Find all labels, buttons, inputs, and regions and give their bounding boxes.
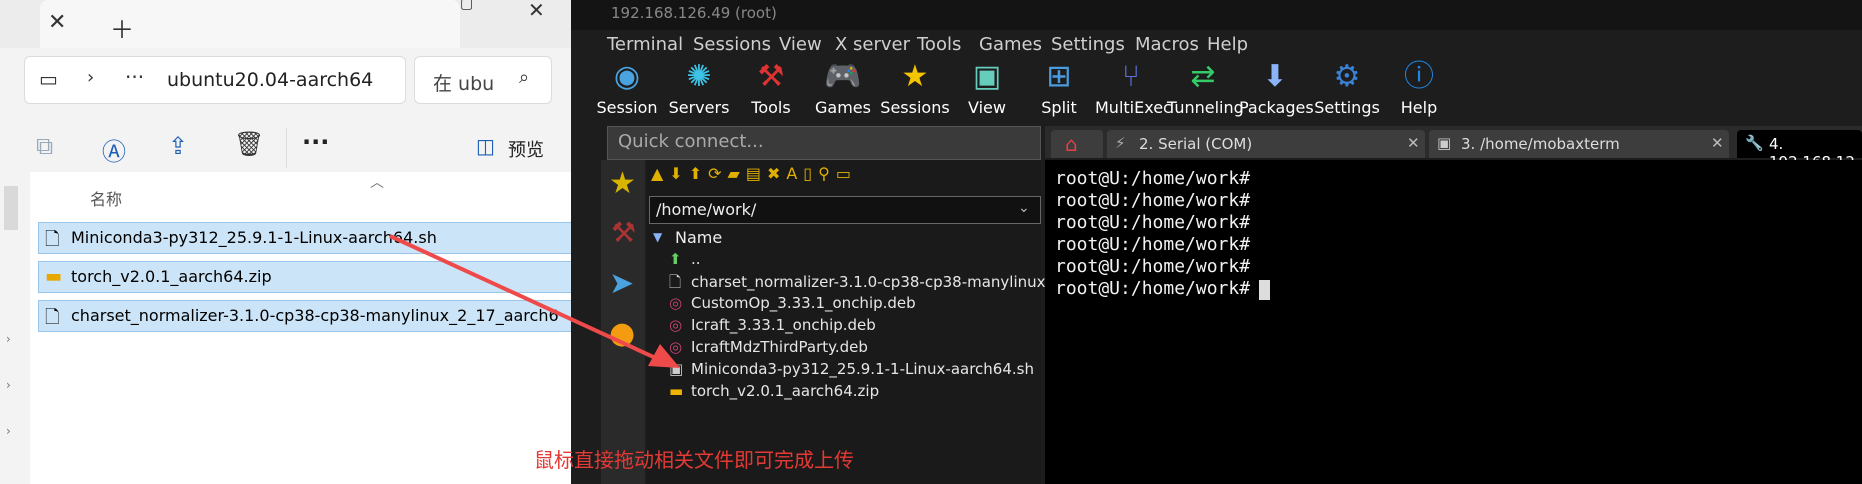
annotation-caption: 鼠标直接拖动相关文件即可完成上传	[534, 448, 854, 472]
drag-arrow	[389, 234, 680, 368]
